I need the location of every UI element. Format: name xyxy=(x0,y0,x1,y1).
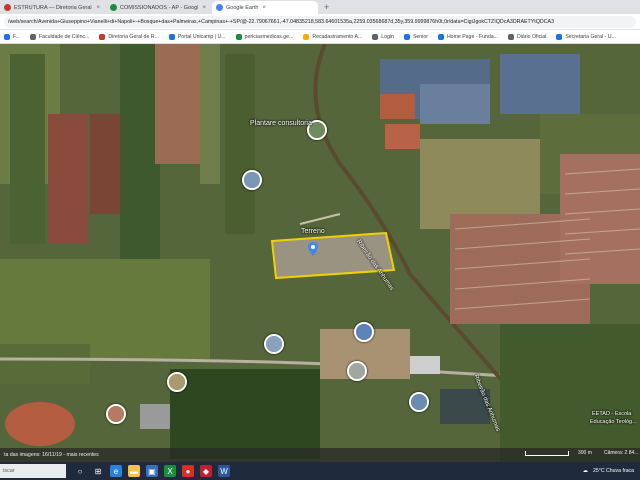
bookmark-icon xyxy=(168,33,175,40)
tab-google-earth[interactable]: Google Earth × xyxy=(212,1,318,14)
bookmark-icon xyxy=(4,33,10,40)
placemark-icon[interactable] xyxy=(308,242,318,256)
favicon-icon xyxy=(110,4,117,11)
bookmark-label: Recadastramento A... xyxy=(312,33,363,40)
bookmark-item[interactable]: Portal Unicamp | U... xyxy=(168,33,226,40)
bookmark-item[interactable]: Diário Oficial xyxy=(507,33,547,40)
bookmark-item[interactable]: Diretoria Geral de R... xyxy=(99,33,159,40)
close-tab-icon[interactable]: × xyxy=(96,5,100,11)
photo-pin-icon[interactable] xyxy=(167,372,187,392)
file-explorer-icon[interactable]: ▬ xyxy=(128,465,140,477)
satellite-map[interactable]: Terreno Plantare consultoria Ribeirão da… xyxy=(0,44,640,462)
tab-comissionados[interactable]: COMISSIONADOS - AP - Googl... × xyxy=(106,1,212,14)
taskbar-search-input[interactable]: iscar xyxy=(0,464,66,478)
tab-label: Google Earth xyxy=(226,4,259,11)
tab-strip: ESTRUTURA — Diretoria Geral do... × COMI… xyxy=(0,0,640,14)
bookmark-icon xyxy=(403,33,410,40)
bookmark-icon xyxy=(556,33,563,40)
parcel-label: Terreno xyxy=(301,228,325,235)
bookmark-icon xyxy=(372,33,379,40)
close-tab-icon[interactable]: × xyxy=(202,5,206,11)
photo-pin-icon[interactable] xyxy=(347,361,367,381)
system-tray: ☁ 25°C Chuva fraca xyxy=(578,462,634,480)
bookmark-item[interactable]: Senior xyxy=(403,33,428,40)
bookmark-label: Secretaria Geral - U... xyxy=(565,33,616,40)
word-icon[interactable]: W xyxy=(218,465,230,477)
screen: ESTRUTURA — Diretoria Geral do... × COMI… xyxy=(0,0,640,480)
tab-label: COMISSIONADOS - AP - Googl... xyxy=(120,4,199,11)
weather-text[interactable]: 25°C Chuva fraca xyxy=(593,468,634,474)
school-label: Educação Teológ... xyxy=(590,419,637,425)
bookmark-label: Senior xyxy=(412,33,428,40)
scale-text: 300 m xyxy=(578,450,592,456)
bookmark-item[interactable]: Faculdade de Ciênc... xyxy=(29,33,90,40)
bookmark-label: Home Page - Funda... xyxy=(446,33,498,40)
map-status-bar: ta das imagens: 16/11/19 - mais recentes… xyxy=(0,448,640,462)
taskbar: iscar ○ ⊞ e ▬ ▣ X ● ◆ W ☁ 25°C Chuva fra… xyxy=(0,462,640,480)
new-tab-button[interactable]: + xyxy=(324,1,329,14)
photo-pin-icon[interactable] xyxy=(409,392,429,412)
bookmark-item[interactable]: Home Page - Funda... xyxy=(437,33,498,40)
bookmark-icon xyxy=(303,33,310,40)
photo-pin-icon[interactable] xyxy=(242,170,262,190)
bookmark-label: Portal Unicamp | U... xyxy=(177,33,226,40)
tab-label: ESTRUTURA — Diretoria Geral do... xyxy=(14,4,92,11)
url-input[interactable]: /web/search/Avenida+Giuseppino+Vianelli+… xyxy=(4,15,636,28)
imagery-date: ta das imagens: 16/11/19 - mais recentes xyxy=(4,452,99,458)
tab-estrutura[interactable]: ESTRUTURA — Diretoria Geral do... × xyxy=(0,1,106,14)
bookmark-item[interactable]: periciasmedicas.ge... xyxy=(235,33,294,40)
landmark-label: Plantare consultoria xyxy=(250,120,312,127)
photo-pin-icon[interactable] xyxy=(264,334,284,354)
bookmark-icon xyxy=(29,33,36,40)
bookmark-label: F... xyxy=(13,33,20,40)
favicon-icon xyxy=(216,4,223,11)
camera-altitude: Câmera: 2 84... xyxy=(604,450,639,456)
task-view-icon[interactable]: ○ xyxy=(74,465,86,477)
widgets-icon[interactable]: ⊞ xyxy=(92,465,104,477)
school-label: EETAD - Escola xyxy=(592,411,632,417)
chrome-icon[interactable]: ● xyxy=(182,465,194,477)
bookmark-label: Diretoria Geral de R... xyxy=(108,33,159,40)
bookmark-icon xyxy=(507,33,514,40)
bookmark-icon xyxy=(437,33,444,40)
weather-icon: ☁ xyxy=(582,468,588,474)
app-icon[interactable]: ◆ xyxy=(200,465,212,477)
bookmark-item[interactable]: Secretaria Geral - U... xyxy=(556,33,616,40)
bookmark-item[interactable]: Login xyxy=(372,33,394,40)
bookmark-item[interactable]: Recadastramento A... xyxy=(303,33,363,40)
bookmark-label: Login xyxy=(381,33,394,40)
address-bar: /web/search/Avenida+Giuseppino+Vianelli+… xyxy=(0,14,640,30)
close-tab-icon[interactable]: × xyxy=(262,5,266,11)
bookmark-label: Diário Oficial xyxy=(516,33,547,40)
favicon-icon xyxy=(4,4,11,11)
satellite-imagery xyxy=(0,44,640,462)
scale-bar-icon xyxy=(525,451,569,456)
bookmark-label: periciasmedicas.ge... xyxy=(244,33,294,40)
bookmark-item[interactable]: F... xyxy=(4,33,20,40)
bookmarks-bar: F... Faculdade de Ciênc... Diretoria Ger… xyxy=(0,30,640,44)
excel-icon[interactable]: X xyxy=(164,465,176,477)
bookmark-label: Faculdade de Ciênc... xyxy=(38,33,90,40)
photo-pin-icon[interactable] xyxy=(106,404,126,424)
bookmark-icon xyxy=(235,33,242,40)
store-icon[interactable]: ▣ xyxy=(146,465,158,477)
photo-pin-icon[interactable] xyxy=(354,322,374,342)
edge-icon[interactable]: e xyxy=(110,465,122,477)
bookmark-icon xyxy=(99,33,106,40)
